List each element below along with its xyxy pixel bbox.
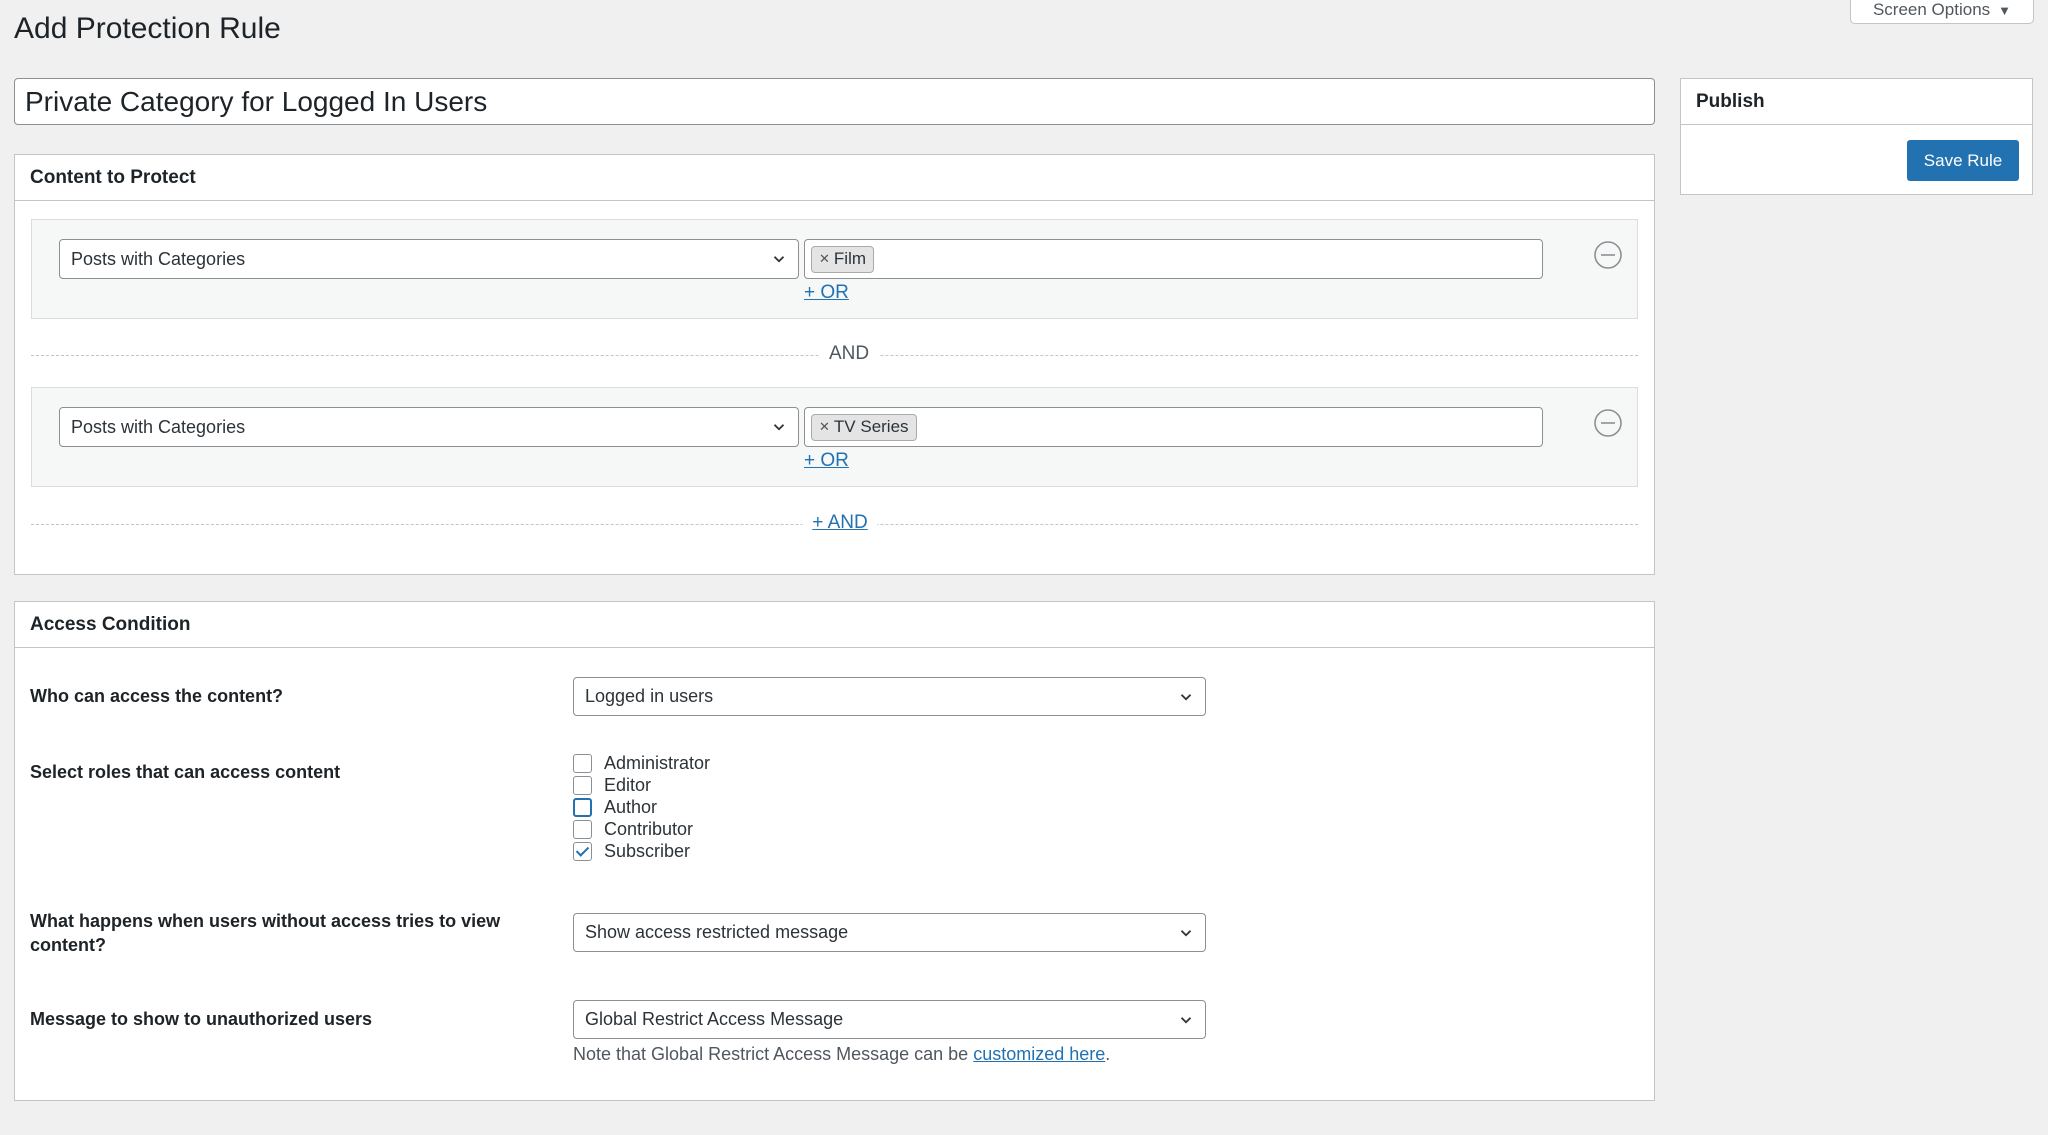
publish-heading: Publish (1681, 79, 2032, 125)
what-happens-label: What happens when users without access t… (30, 911, 501, 955)
role-label: Editor (604, 774, 652, 795)
category-tag-label: Film (833, 248, 867, 268)
roles-label: Select roles that can access content (30, 762, 341, 782)
chevron-down-icon (1180, 693, 1192, 701)
content-to-protect-heading: Content to Protect (15, 155, 1654, 201)
content-type-select-value: Posts with Categories (71, 248, 246, 269)
rule-title-input[interactable] (14, 78, 1655, 125)
condition-group-2: Posts with Categories ✕ TV Series + OR (31, 387, 1638, 487)
and-separator: AND (31, 343, 1638, 365)
what-happens-select[interactable]: Show access restricted message (573, 913, 1206, 952)
role-label: Contributor (604, 818, 694, 839)
publish-panel: Publish Save Rule (1680, 78, 2033, 195)
screen-options-button[interactable]: Screen Options ▼ (1850, 0, 2034, 24)
who-can-access-label: Who can access the content? (30, 686, 284, 706)
condition-group-1: Posts with Categories ✕ Film + OR (31, 219, 1638, 319)
minus-circle-icon[interactable] (1593, 240, 1623, 270)
message-value: Global Restrict Access Message (585, 1009, 844, 1029)
add-and-link[interactable]: + AND (802, 512, 878, 534)
chevron-down-icon (1180, 1016, 1192, 1024)
add-and-separator: + AND (31, 512, 1638, 534)
note-suffix: . (1105, 1044, 1111, 1064)
who-can-access-value: Logged in users (585, 686, 714, 706)
role-label: Administrator (604, 752, 711, 773)
what-happens-value: Show access restricted message (585, 922, 849, 942)
roles-checkbox-list: Administrator Editor Author Contributor … (573, 752, 710, 862)
category-tag: ✕ TV Series (811, 413, 917, 441)
content-type-select-1[interactable]: Posts with Categories (59, 239, 799, 279)
close-icon[interactable]: ✕ (819, 251, 830, 267)
category-tag: ✕ Film (811, 245, 875, 273)
role-label: Subscriber (604, 840, 691, 861)
screen-options-label: Screen Options (1872, 0, 1991, 19)
message-note: Note that Global Restrict Access Message… (573, 1044, 1110, 1065)
chevron-down-icon (773, 256, 785, 263)
role-checkbox[interactable] (573, 775, 592, 795)
content-type-select-value: Posts with Categories (71, 416, 246, 437)
message-select[interactable]: Global Restrict Access Message (573, 1000, 1206, 1039)
role-subscriber[interactable]: Subscriber (573, 840, 710, 862)
add-or-link-2[interactable]: + OR (804, 450, 849, 472)
save-rule-button[interactable]: Save Rule (1907, 140, 2019, 181)
role-author[interactable]: Author (573, 796, 710, 818)
content-type-select-2[interactable]: Posts with Categories (59, 407, 799, 447)
and-label: AND (818, 343, 880, 365)
role-checkbox[interactable] (573, 841, 592, 861)
role-editor[interactable]: Editor (573, 774, 710, 796)
page: Screen Options ▼ Add Protection Rule Con… (0, 0, 2048, 1135)
message-label: Message to show to unauthorized users (30, 1009, 373, 1029)
role-label: Author (604, 796, 658, 817)
category-tags-input-2[interactable]: ✕ TV Series (804, 407, 1543, 447)
role-checkbox[interactable] (573, 797, 592, 817)
role-checkbox[interactable] (573, 819, 592, 839)
caret-down-icon: ▼ (1998, 2, 2012, 18)
role-checkbox[interactable] (573, 753, 592, 773)
access-condition-panel: Access Condition Who can access the cont… (14, 601, 1655, 1101)
who-can-access-select[interactable]: Logged in users (573, 677, 1206, 716)
role-administrator[interactable]: Administrator (573, 752, 710, 774)
page-title: Add Protection Rule (14, 12, 281, 45)
close-icon[interactable]: ✕ (819, 419, 830, 435)
category-tags-input-1[interactable]: ✕ Film (804, 239, 1543, 279)
chevron-down-icon (773, 424, 785, 431)
note-text: Note that Global Restrict Access Message… (573, 1044, 974, 1064)
role-contributor[interactable]: Contributor (573, 818, 710, 840)
access-condition-heading: Access Condition (15, 602, 1654, 648)
customize-message-link[interactable]: customized here (973, 1044, 1105, 1064)
content-to-protect-panel: Content to Protect Posts with Categories… (14, 154, 1655, 575)
minus-circle-icon[interactable] (1593, 408, 1623, 438)
add-or-link-1[interactable]: + OR (804, 282, 849, 304)
chevron-down-icon (1180, 929, 1192, 937)
category-tag-label: TV Series (833, 416, 909, 436)
